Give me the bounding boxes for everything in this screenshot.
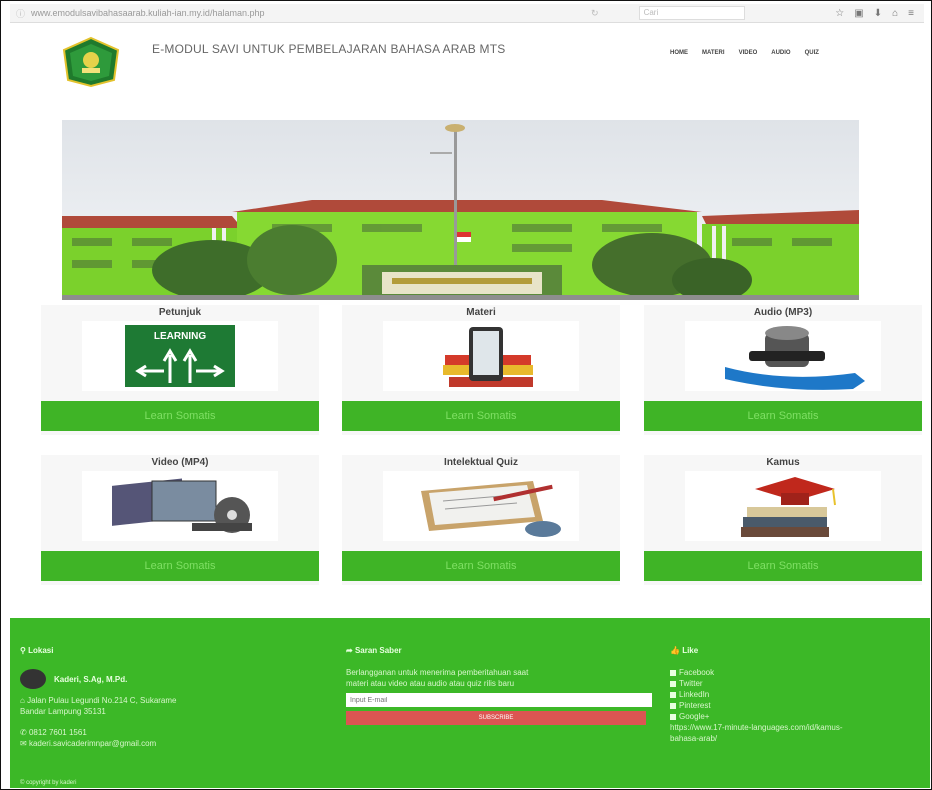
card-title: Video (MP4) [151,457,209,468]
google-plus-icon [670,713,676,720]
card-video: Video (MP4) Learn Somatis [41,455,319,585]
nav-materi[interactable]: MATERI [702,50,725,56]
thumbs-up-icon: 👍 [670,646,683,655]
card-title: Materi [466,307,496,318]
card-quiz: Intelektual Quiz Learn Somatis [342,455,620,585]
learn-somatis-button[interactable]: Learn Somatis [644,551,922,581]
email-field[interactable] [346,693,652,707]
subscribe-text-2: materi atau video atau audio atau quiz r… [346,679,515,688]
like-linkedin[interactable]: LinkedIn [670,689,920,700]
kamus-link[interactable]: https://www.17-minute-languages.com/id/k… [670,722,920,733]
like-facebook[interactable]: Facebook [670,667,920,678]
like-twitter[interactable]: Twitter [670,678,920,689]
like-pinterest[interactable]: Pinterest [670,700,920,711]
download-icon[interactable]: ⬇ [874,8,882,19]
nav-audio[interactable]: AUDIO [771,50,790,56]
learn-somatis-button[interactable]: Learn Somatis [41,551,319,581]
phone-number: 0812 7601 1561 [28,728,87,737]
learn-somatis-button[interactable]: Learn Somatis [644,401,922,431]
home-icon: ⌂ [20,696,28,705]
address-bar[interactable]: www.emodulsavibahasaarab.kuliah-ian.my.i… [31,8,591,18]
info-icon[interactable]: ⓘ [16,7,25,20]
learn-somatis-button[interactable]: Learn Somatis [342,401,620,431]
footer-heading-lokasi: Lokasi [28,646,54,655]
linkedin-icon [670,691,676,698]
learn-somatis-button[interactable]: Learn Somatis [342,551,620,581]
site-footer: ⚲ Lokasi Kaderi, S.Ag, M.Pd. ⌂ Jalan Pul… [10,618,930,788]
menu-icon[interactable]: ≡ [908,8,914,19]
nav-video[interactable]: VIDEO [739,50,758,56]
address-line-1: Jalan Pulau Legundi No.214 C, Sukarame [27,696,177,705]
learn-somatis-button[interactable]: Learn Somatis [41,401,319,431]
card-title: Kamus [766,457,800,468]
avatar [20,669,46,689]
footer-like: 👍 Like Facebook Twitter LinkedIn Pintere… [670,646,920,744]
site-title: E-MODUL SAVI UNTUK PEMBELAJARAN BAHASA A… [152,42,506,56]
hero-school-photo [62,120,859,300]
envelope-icon: ✉ [20,739,29,748]
main-nav: HOME MATERI VIDEO AUDIO QUIZ [670,50,819,56]
footer-saran: ➦ Saran Saber Berlangganan untuk menerim… [346,646,656,725]
learning-sign-icon: LEARNING [82,321,278,391]
like-google-plus[interactable]: Google+ [670,711,920,722]
star-icon[interactable]: ☆ [835,8,844,19]
send-icon: ➦ [346,646,355,655]
footer-heading-saran: Saran Saber [354,646,402,655]
clipboard-icon[interactable]: ▣ [854,8,863,19]
card-petunjuk: Petunjuk LEARNING Learn Somatis [41,305,319,435]
pinterest-icon [670,702,676,709]
reload-icon[interactable]: ↻ [591,8,599,19]
video-film-icon [82,471,278,541]
card-audio: Audio (MP3) Learn Somatis [644,305,922,435]
card-title: Petunjuk [158,307,202,318]
subscribe-button[interactable]: SUBSCRIBE [346,711,646,725]
browser-toolbar: ⓘ www.emodulsavibahasaarab.kuliah-ian.my… [10,4,924,23]
footer-heading-like: Like [682,646,699,655]
kemenag-logo[interactable] [60,36,122,88]
phone-icon: ✆ [20,728,29,737]
facebook-icon [670,669,676,676]
audio-mp3-icon [685,321,881,391]
contact-name: Kaderi, S.Ag, M.Pd. [54,674,128,684]
location-pin-icon: ⚲ [20,646,29,655]
graduation-books-icon [685,471,881,541]
kamus-link-cont[interactable]: bahasa-arab/ [670,733,920,744]
card-materi: Materi Learn Somatis [342,305,620,435]
address-line-2: Bandar Lampung 35131 [20,707,106,716]
nav-quiz[interactable]: QUIZ [805,50,819,56]
footer-lokasi: ⚲ Lokasi Kaderi, S.Ag, M.Pd. ⌂ Jalan Pul… [20,646,320,749]
svg-text:LEARNING: LEARNING [154,331,206,342]
subscribe-text-1: Berlangganan untuk menerima pemberitahua… [346,668,529,677]
copyright-text: © copyright by kaderi [20,780,77,786]
card-title: Intelektual Quiz [444,457,518,468]
twitter-icon [670,680,676,687]
nav-home[interactable]: HOME [670,50,688,56]
card-kamus: Kamus Learn Somatis [644,455,922,585]
browser-search-input[interactable]: Cari [638,6,745,20]
card-title: Audio (MP3) [753,307,813,318]
books-tablet-icon [383,321,579,391]
quiz-clipboard-icon [383,471,579,541]
contact-email[interactable]: kaderi.savicaderimnpar@gmail.com [29,739,156,748]
home-icon[interactable]: ⌂ [892,8,898,19]
